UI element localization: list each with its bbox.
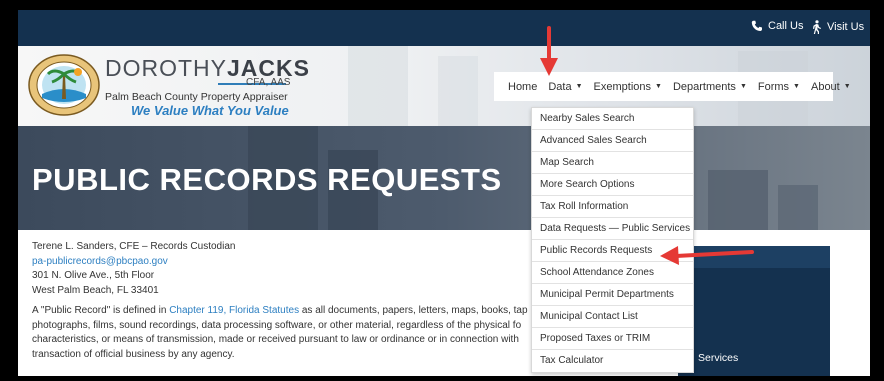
- caret-down-icon: ▼: [739, 83, 747, 90]
- address-line-1: 301 N. Olive Ave., 5th Floor: [32, 270, 155, 281]
- background-building: [438, 56, 478, 126]
- brand-credentials: CFA, AAS: [246, 77, 291, 88]
- menu-item-school-zones[interactable]: School Attendance Zones: [532, 262, 693, 284]
- county-seal-logo[interactable]: [28, 54, 100, 116]
- nav-data[interactable]: Data ▼: [548, 81, 582, 93]
- background-building: [348, 46, 408, 126]
- definition-paragraph: A "Public Record" is defined in Chapter …: [32, 304, 552, 362]
- visit-us-label: Visit Us: [827, 21, 865, 33]
- brand-subtitle: Palm Beach County Property Appraiser: [105, 91, 288, 103]
- call-us-link[interactable]: Call Us: [751, 20, 803, 32]
- nav-about-label: About: [810, 80, 840, 93]
- menu-item-more-search[interactable]: More Search Options: [532, 174, 693, 196]
- para-line: characteristics, or means of transmissio…: [32, 334, 519, 345]
- menu-item-map-search[interactable]: Map Search: [532, 152, 693, 174]
- call-us-label: Call Us: [768, 20, 804, 32]
- para-text: A "Public Record" is defined in: [32, 305, 170, 316]
- nav-home[interactable]: Home: [508, 81, 537, 93]
- para-line: photographs, films, sound recordings, da…: [32, 319, 522, 331]
- caret-down-icon: ▼: [843, 83, 851, 90]
- chapter-119-link[interactable]: Chapter 119, Florida Statutes: [169, 305, 299, 316]
- para-text: as all documents, papers, letters, maps,…: [299, 305, 528, 316]
- nav-forms-label: Forms: [757, 80, 790, 93]
- hero-banner: PUBLIC RECORDS REQUESTS: [18, 126, 870, 230]
- nav-departments-label: Departments: [672, 80, 736, 93]
- phone-icon: [751, 20, 762, 31]
- utility-bar: Call Us Visit Us: [18, 10, 870, 46]
- side-panel: Services: [678, 246, 830, 376]
- menu-item-data-requests[interactable]: Data Requests — Public Services: [532, 218, 693, 240]
- walking-person-icon: [813, 20, 821, 34]
- visit-us-link[interactable]: Visit Us: [811, 20, 864, 34]
- side-panel-link[interactable]: Services: [698, 352, 738, 364]
- custodian-name: Terene L. Sanders, CFE – Records Custodi…: [32, 241, 236, 252]
- caret-down-icon: ▼: [575, 83, 583, 90]
- menu-item-nearby-sales[interactable]: Nearby Sales Search: [532, 108, 693, 130]
- menu-item-proposed-taxes[interactable]: Proposed Taxes or TRIM: [532, 328, 693, 350]
- nav-forms[interactable]: Forms ▼: [758, 81, 800, 93]
- main-content: Terene L. Sanders, CFE – Records Custodi…: [32, 240, 552, 362]
- menu-item-tax-roll[interactable]: Tax Roll Information: [532, 196, 693, 218]
- side-panel-header: [678, 246, 830, 268]
- screenshot-frame: Call Us Visit Us DOROTHYJACKS CFA, AAS P…: [0, 0, 884, 381]
- custodian-email-link[interactable]: pa-publicrecords@pbcpao.gov: [32, 255, 552, 270]
- nav-departments[interactable]: Departments ▼: [673, 81, 747, 93]
- page-title: PUBLIC RECORDS REQUESTS: [32, 162, 502, 197]
- hero-building: [778, 185, 818, 230]
- caret-down-icon: ▼: [793, 83, 800, 90]
- hero-building: [708, 170, 768, 230]
- brand-slogan: We Value What You Value: [131, 103, 289, 118]
- main-nav: Home Data ▼ Exemptions ▼ Departments ▼ F…: [494, 72, 851, 101]
- nav-exemptions[interactable]: Exemptions ▼: [594, 81, 662, 93]
- brand-name-first: DOROTHY: [105, 55, 227, 81]
- menu-item-advanced-sales[interactable]: Advanced Sales Search: [532, 130, 693, 152]
- caret-down-icon: ▼: [655, 83, 662, 90]
- para-line: transaction of official business by any …: [32, 348, 235, 360]
- nav-home-label: Home: [508, 80, 538, 93]
- nav-exemptions-label: Exemptions: [593, 80, 652, 93]
- address-line-2: West Palm Beach, FL 33401: [32, 284, 159, 296]
- nav-data-label: Data: [548, 80, 572, 93]
- menu-item-public-records[interactable]: Public Records Requests: [532, 240, 693, 262]
- browser-page: Call Us Visit Us DOROTHYJACKS CFA, AAS P…: [18, 10, 870, 376]
- menu-item-tax-calculator[interactable]: Tax Calculator: [532, 350, 693, 372]
- menu-item-permit-departments[interactable]: Municipal Permit Departments: [532, 284, 693, 306]
- nav-about[interactable]: About ▼: [811, 81, 851, 93]
- data-dropdown-menu: Nearby Sales Search Advanced Sales Searc…: [531, 107, 694, 373]
- menu-item-municipal-contacts[interactable]: Municipal Contact List: [532, 306, 693, 328]
